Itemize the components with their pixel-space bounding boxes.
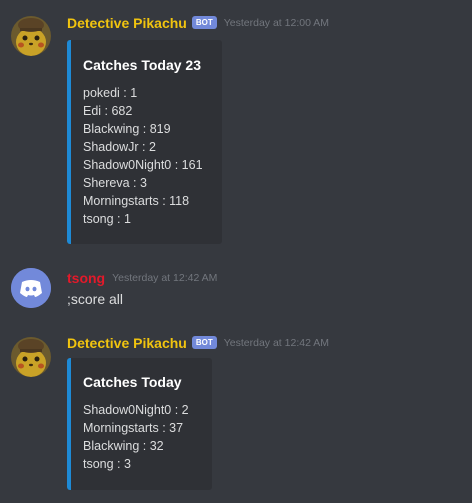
bot-tag: BOT	[191, 15, 217, 29]
username[interactable]: tsong	[67, 268, 105, 288]
embed-line: Edi : 682	[83, 104, 133, 118]
username[interactable]: Detective Pikachu	[67, 13, 187, 33]
message-header: tsong Yesterday at 12:42 AM	[67, 268, 217, 288]
timestamp: Yesterday at 12:42 AM	[112, 272, 218, 284]
pikachu-avatar-icon[interactable]	[11, 16, 51, 56]
discord-logo-icon[interactable]	[11, 268, 51, 308]
embed-line: pokedi : 1	[83, 86, 138, 100]
embed-title: Catches Today 23	[83, 57, 202, 73]
message-header: Detective Pikachu BOT Yesterday at 12:00…	[67, 13, 329, 33]
bot-tag: BOT	[191, 335, 217, 349]
timestamp: Yesterday at 12:42 AM	[223, 337, 330, 349]
embed-line: Blackwing : 32	[83, 439, 164, 453]
embed: Catches Today Shadow0Night0 : 2 Mornings…	[67, 358, 212, 490]
chat-message: Detective Pikachu BOT Yesterday at 12:42…	[0, 325, 472, 503]
embed-line: Morningstarts : 118	[83, 194, 190, 208]
embed-line: tsong : 1	[83, 212, 131, 226]
embed-line: ShadowJr : 2	[83, 140, 156, 154]
pikachu-avatar-icon[interactable]	[11, 337, 51, 377]
chat-messages: Detective Pikachu BOT Yesterday at 12:00…	[0, 0, 472, 503]
embed-description: Shadow0Night0 : 2 Morningstarts : 37 Bla…	[83, 401, 189, 473]
chat-message: Detective Pikachu BOT Yesterday at 12:00…	[0, 0, 472, 250]
username[interactable]: Detective Pikachu	[67, 333, 187, 353]
embed: Catches Today 23 pokedi : 1 Edi : 682 Bl…	[67, 40, 222, 244]
embed-title: Catches Today	[83, 374, 182, 390]
message-text: ;score all	[67, 291, 124, 307]
timestamp: Yesterday at 12:00 AM	[223, 17, 330, 29]
embed-line: Shereva : 3	[83, 176, 147, 190]
chat-message: tsong Yesterday at 12:42 AM ;score all	[0, 258, 472, 316]
embed-line: Blackwing : 819	[83, 122, 171, 136]
embed-line: tsong : 3	[83, 457, 131, 471]
message-header: Detective Pikachu BOT Yesterday at 12:42…	[67, 333, 329, 353]
embed-line: Shadow0Night0 : 2	[83, 403, 189, 417]
embed-description: pokedi : 1 Edi : 682 Blackwing : 819 Sha…	[83, 84, 203, 228]
embed-line: Shadow0Night0 : 161	[83, 158, 203, 172]
embed-line: Morningstarts : 37	[83, 421, 184, 435]
